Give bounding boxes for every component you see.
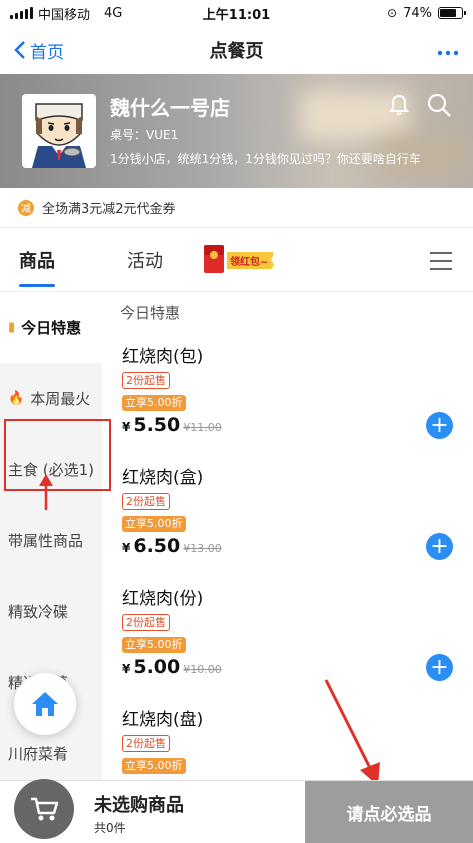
cart-summary: 未选购商品 共0件 [72,781,305,843]
add-button[interactable]: + [426,412,453,439]
category-label: 本周最火 [30,390,91,408]
price: 6.50 [133,535,181,557]
annotation-box [4,419,111,491]
tab-bar: 商品 活动 领红包~ [0,228,473,292]
product-item[interactable]: 红烧肉(盒) 2份起售 立享5.00折 ¥6.50 ¥13.00 + [120,453,473,574]
category-item[interactable]: 带属性商品 [0,505,102,576]
promo-text: 全场满3元减2元代金券 [42,202,176,217]
home-icon [32,692,58,716]
category-label: 今日特惠 [21,319,82,337]
product-name: 红烧肉(盘) [122,710,204,730]
red-packet-label: 领红包~ [230,255,268,268]
page-title: 点餐页 [209,41,264,62]
annotation-arrow-up [39,474,53,510]
min-order-tag: 2份起售 [122,493,170,510]
bottom-bar: 未选购商品 共0件 请点必选品 [0,779,473,843]
cart-count: 共0件 [94,821,126,835]
product-list: 今日特惠 红烧肉(包) 2份起售 立享5.00折 ¥5.50 ¥11.00 + 红… [102,292,473,780]
promo-bar[interactable]: 减 全场满3元减2元代金券 [0,188,473,228]
section-title: 今日特惠 [120,303,181,322]
tab-activities[interactable]: 活动 [127,247,163,273]
annotation-arrow-down [324,679,380,786]
shop-name: 魏什么一号店 [110,96,230,120]
category-label: 精致冷碟 [8,603,69,621]
price: 5.00 [133,656,181,678]
status-bar: 中国移动 4G 上午11:01 ⊙ 74% [0,0,473,26]
red-packet-icon[interactable]: 领红包~ [203,245,275,275]
discount-badge-icon: 减 [18,199,34,216]
category-item[interactable]: 精致冷碟 [0,576,102,647]
plus-icon: + [430,533,449,559]
category-label: 带属性商品 [8,532,84,550]
checkout-button[interactable]: 请点必选品 [305,781,473,843]
currency: ¥ [122,420,131,434]
search-icon[interactable] [426,92,452,118]
discount-tag: 立享5.00折 [122,516,186,532]
back-label: 首页 [30,42,64,63]
original-price: ¥11.00 [183,421,222,434]
plus-icon: + [430,412,449,438]
battery-icon [438,7,466,19]
min-order-tag: 2份起售 [122,372,170,389]
discount-tag: 立享5.00折 [122,395,186,411]
back-button[interactable]: 首页 [14,38,64,63]
fire-icon: 🔥 [8,391,25,406]
product-name: 红烧肉(包) [122,347,204,367]
table-number: 桌号：VUE1 [110,128,179,142]
discount-tag: 立享5.00折 [122,758,186,774]
shop-logo [22,94,96,168]
tab-products[interactable]: 商品 [19,247,55,287]
menu-icon[interactable] [430,252,452,270]
more-icon [437,50,459,56]
more-button[interactable] [437,39,459,61]
clock: 上午11:01 [202,7,271,23]
currency: ¥ [122,541,131,555]
chevron-left-icon [14,41,25,59]
price: 5.50 [133,414,181,436]
category-label: 川府菜肴 [8,745,69,763]
add-button[interactable]: + [426,533,453,560]
shop-description: 1分钱小店，统统1分钱，1分钱你见过吗？你还要啥自行车 [110,152,421,166]
cart-button[interactable] [0,779,74,843]
product-name: 红烧肉(份) [122,589,204,609]
product-item[interactable]: 红烧肉(盘) 2份起售 立享5.00折 [120,695,473,780]
currency: ¥ [122,662,131,676]
shop-header: 魏什么一号店 桌号：VUE1 1分钱小店，统统1分钱，1分钱你见过吗？你还要啥自… [0,74,473,188]
cart-title: 未选购商品 [94,795,184,816]
original-price: ¥10.00 [183,663,222,676]
add-button[interactable]: + [426,654,453,681]
min-order-tag: 2份起售 [122,735,170,752]
category-item[interactable]: ▮ 今日特惠 [0,292,102,363]
min-order-tag: 2份起售 [122,614,170,631]
product-item[interactable]: 红烧肉(份) 2份起售 立享5.00折 ¥5.00 ¥10.00 + [120,574,473,695]
nav-bar: 首页 点餐页 [0,26,473,74]
tag-icon: ▮ [8,320,16,335]
product-item[interactable]: 红烧肉(包) 2份起售 立享5.00折 ¥5.50 ¥11.00 + [120,332,473,453]
original-price: ¥13.00 [183,542,222,555]
home-button[interactable] [14,673,76,735]
product-name: 红烧肉(盒) [122,468,204,488]
plus-icon: + [430,654,449,680]
bell-icon[interactable] [387,93,411,117]
cart-icon [31,797,59,821]
discount-tag: 立享5.00折 [122,637,186,653]
